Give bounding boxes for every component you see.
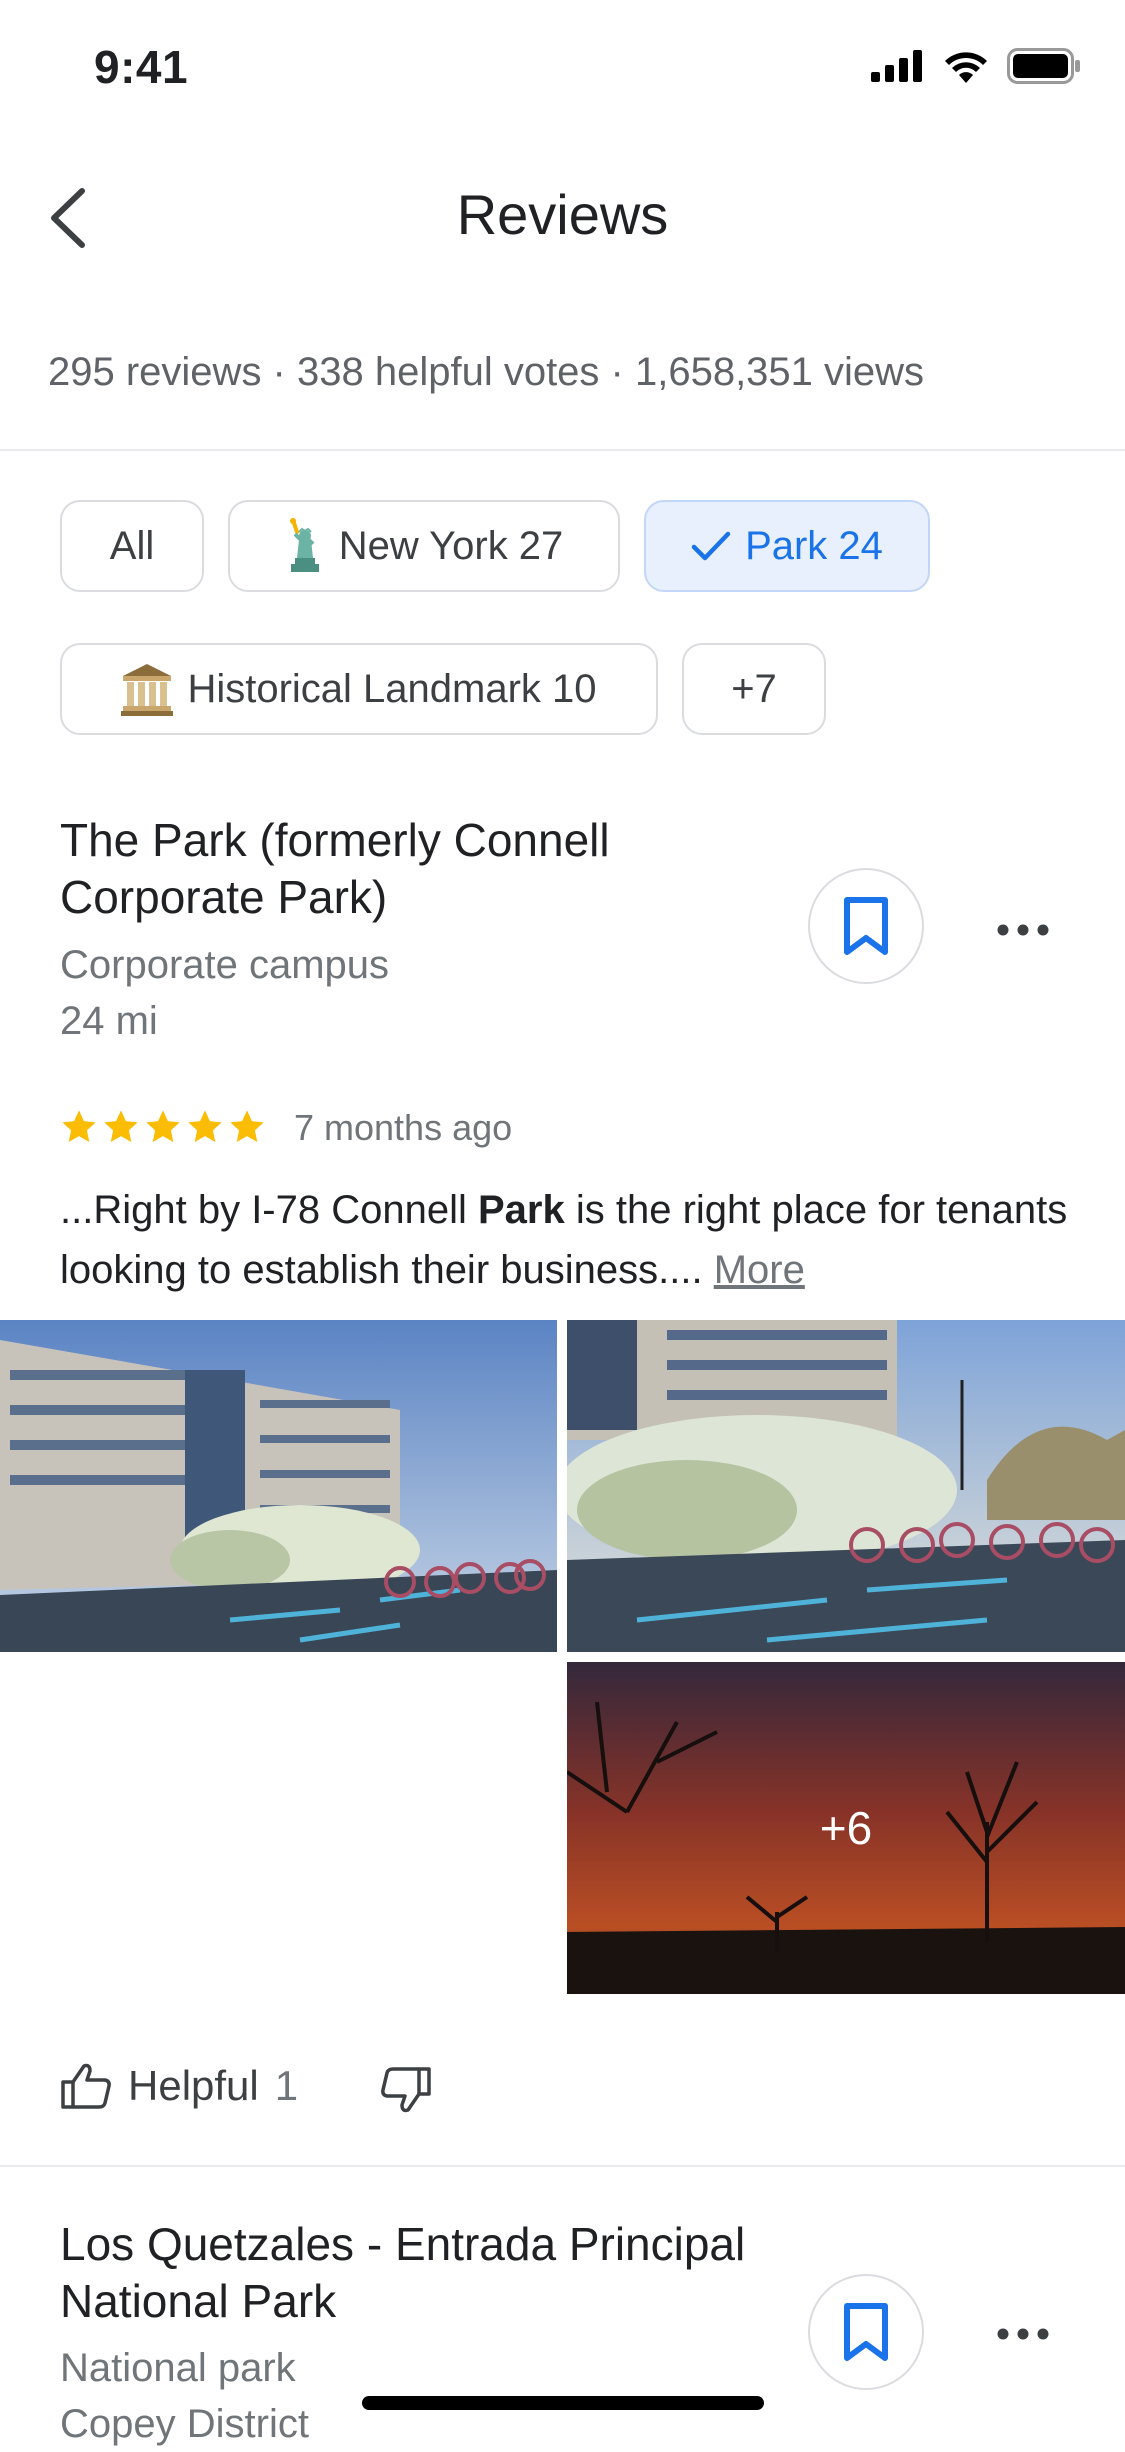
more-options-button[interactable] [983,2304,1063,2364]
bookmark-icon [844,897,888,955]
review-date: 7 months ago [294,1107,513,1148]
chip-label: All [109,523,155,568]
header-divider [0,449,1125,451]
more-horizontal-icon [997,924,1049,936]
more-link[interactable]: More [714,1248,805,1292]
review-text-highlight: Park [478,1188,565,1232]
chip-label: +7 [731,666,777,711]
review-text-start: ...Right by I-78 Connell [60,1188,478,1232]
place-location: Copey District [60,2402,309,2446]
star-icon [146,1110,180,1143]
place-category: Corporate campus [60,943,390,987]
star-icon [230,1110,264,1143]
classical-building-icon [121,664,174,716]
page-title: Reviews [456,183,669,246]
more-photos-count: +6 [819,1802,873,1854]
status-time: 9:41 [94,41,189,93]
review-divider [0,2165,1125,2167]
chip-all[interactable]: All [60,500,204,592]
place-category: National park [60,2346,296,2390]
cellular-signal-icon [871,50,922,82]
review-stats: 295 reviews · 338 helpful votes · 1,658,… [48,350,925,394]
check-icon [691,531,731,561]
helpful-count: 1 [274,2062,299,2109]
review-photo-2[interactable] [567,1320,1125,1652]
battery-icon [1007,48,1080,84]
helpful-button[interactable]: Helpful 1 [60,2062,298,2110]
bookmark-icon [844,2303,888,2361]
star-rating [60,1108,266,1146]
status-icons [871,48,1081,84]
place-title[interactable]: Los Quetzales - Entrada Principal Nation… [60,2216,760,2330]
save-button[interactable] [808,2274,924,2390]
statue-of-liberty-icon [289,518,319,572]
place-title[interactable]: The Park (formerly Connell Corporate Par… [60,812,760,926]
bicycles-photo [567,1320,1125,1652]
star-icon [188,1110,222,1143]
chip-label: Historical Landmark 10 [187,666,597,711]
place-distance: 24 mi [60,999,158,1043]
more-horizontal-icon [997,2328,1049,2340]
chip-historical-landmark[interactable]: Historical Landmark 10 [60,643,658,735]
chip-park[interactable]: Park 24 [644,500,930,592]
thumbs-down-icon [381,2067,431,2113]
office-building-photo [0,1320,557,1652]
star-icon [104,1110,138,1143]
review-text: ...Right by I-78 Connell Park is the rig… [60,1180,1080,1300]
not-helpful-button[interactable] [380,2066,432,2119]
thumbs-up-icon [61,2063,111,2109]
chip-label: New York 27 [338,523,564,568]
chip-more-filters[interactable]: +7 [682,643,826,735]
chip-label: Park 24 [745,523,883,568]
home-indicator[interactable] [362,2396,764,2410]
star-icon [62,1110,96,1143]
chip-new-york[interactable]: New York 27 [228,500,620,592]
review-photo-1[interactable] [0,1320,557,1652]
save-button[interactable] [808,868,924,984]
more-options-button[interactable] [983,900,1063,960]
wifi-icon [945,52,987,83]
review-photo-3[interactable]: +6 [567,1662,1125,1994]
helpful-label: Helpful [128,2062,259,2109]
